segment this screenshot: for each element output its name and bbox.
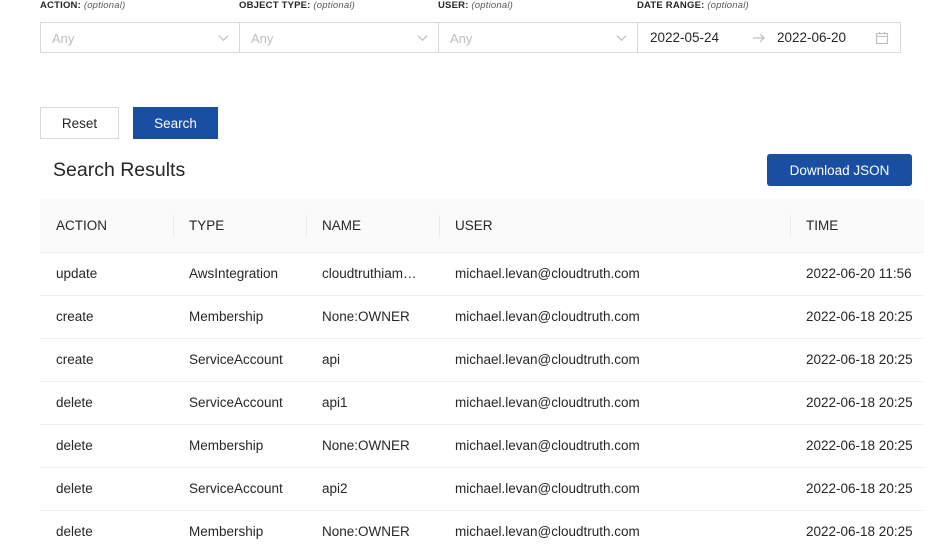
column-header-name: NAME <box>322 218 362 233</box>
cell-user: michael.levan@cloudtruth.com <box>455 266 640 281</box>
action-select[interactable]: Any <box>40 22 240 53</box>
cell-time: 2022-06-18 20:25 <box>806 438 913 453</box>
cell-type: ServiceAccount <box>189 352 283 367</box>
action-filter-optional: (optional) <box>83 0 126 11</box>
cell-name: None:OWNER <box>322 524 410 539</box>
column-header-time: TIME <box>806 218 839 233</box>
cell-name: None:OWNER <box>322 309 410 324</box>
cell-user: michael.levan@cloudtruth.com <box>455 352 640 367</box>
object-type-filter-label: OBJECT TYPE: (optional) <box>239 0 355 11</box>
cell-time: 2022-06-18 20:25 <box>806 352 913 367</box>
table-row: delete ServiceAccount api2 michael.levan… <box>40 468 924 511</box>
user-filter-label-text: USER: <box>438 0 469 11</box>
cell-user: michael.levan@cloudtruth.com <box>455 524 640 539</box>
search-results-title: Search Results <box>53 159 186 181</box>
reset-button[interactable]: Reset <box>40 107 119 139</box>
cell-time: 2022-06-18 20:25 <box>806 481 913 496</box>
cell-action: update <box>56 266 98 281</box>
column-header-type: TYPE <box>189 218 225 233</box>
cell-action: delete <box>56 438 93 453</box>
column-header-user: USER <box>455 218 493 233</box>
table-row: create Membership None:OWNER michael.lev… <box>40 296 924 339</box>
cell-action: create <box>56 309 94 324</box>
cell-time: 2022-06-18 20:25 <box>806 395 913 410</box>
cell-name: cloudtruthiam… <box>322 266 417 281</box>
table-row: delete Membership None:OWNER michael.lev… <box>40 425 924 468</box>
action-filter-label: ACTION: (optional) <box>40 0 125 11</box>
object-type-filter-label-text: OBJECT TYPE: <box>239 0 311 11</box>
download-json-button[interactable]: Download JSON <box>767 154 912 186</box>
user-select[interactable]: Any <box>438 22 638 53</box>
date-range-filter-label: DATE RANGE: (optional) <box>637 0 749 11</box>
cell-time: 2022-06-18 20:25 <box>806 524 913 539</box>
table-row: delete Membership None:OWNER michael.lev… <box>40 511 924 551</box>
cell-type: AwsIntegration <box>189 266 279 281</box>
cell-action: delete <box>56 524 93 539</box>
table-header: ACTION TYPE NAME USER TIME <box>40 199 924 253</box>
results-table: ACTION TYPE NAME USER TIME update AwsInt… <box>40 199 924 551</box>
user-filter-label: USER: (optional) <box>438 0 513 11</box>
cell-action: delete <box>56 481 93 496</box>
cell-type: Membership <box>189 438 264 453</box>
cell-name: None:OWNER <box>322 438 410 453</box>
cell-type: Membership <box>189 309 264 324</box>
column-separator <box>306 215 307 237</box>
cell-user: michael.levan@cloudtruth.com <box>455 438 640 453</box>
column-separator <box>790 215 791 237</box>
cell-name: api <box>322 352 341 367</box>
cell-type: ServiceAccount <box>189 395 283 410</box>
table-row: create ServiceAccount api michael.levan@… <box>40 339 924 382</box>
arrow-right-icon <box>753 33 765 43</box>
chevron-down-icon <box>417 35 428 42</box>
cell-time: 2022-06-20 11:56 <box>806 266 912 281</box>
column-separator <box>439 215 440 237</box>
date-range-filter-label-text: DATE RANGE: <box>637 0 705 11</box>
calendar-icon <box>875 32 889 45</box>
object-type-select-placeholder: Any <box>251 31 274 46</box>
column-header-action: ACTION <box>56 218 108 233</box>
cell-user: michael.levan@cloudtruth.com <box>455 481 640 496</box>
date-range-picker[interactable]: 2022-05-24 2022-06-20 <box>637 22 901 53</box>
cell-name: api2 <box>322 481 348 496</box>
cell-type: ServiceAccount <box>189 481 283 496</box>
date-range-start[interactable]: 2022-05-24 <box>650 30 719 45</box>
column-separator <box>173 215 174 237</box>
cell-name: api1 <box>322 395 348 410</box>
user-select-placeholder: Any <box>450 31 473 46</box>
action-filter-label-text: ACTION: <box>40 0 81 11</box>
cell-time: 2022-06-18 20:25 <box>806 309 913 324</box>
date-range-filter-optional: (optional) <box>707 0 749 11</box>
date-range-end[interactable]: 2022-06-20 <box>777 30 846 45</box>
cell-type: Membership <box>189 524 264 539</box>
object-type-select[interactable]: Any <box>239 22 439 53</box>
action-select-placeholder: Any <box>52 31 75 46</box>
cell-action: delete <box>56 395 93 410</box>
chevron-down-icon <box>218 35 229 42</box>
table-row: delete ServiceAccount api1 michael.levan… <box>40 382 924 425</box>
object-type-filter-optional: (optional) <box>313 0 356 11</box>
user-filter-optional: (optional) <box>471 0 514 11</box>
cell-user: michael.levan@cloudtruth.com <box>455 395 640 410</box>
search-button[interactable]: Search <box>133 107 218 139</box>
cell-action: create <box>56 352 94 367</box>
chevron-down-icon <box>616 35 627 42</box>
cell-user: michael.levan@cloudtruth.com <box>455 309 640 324</box>
table-row: update AwsIntegration cloudtruthiam… mic… <box>40 253 924 296</box>
